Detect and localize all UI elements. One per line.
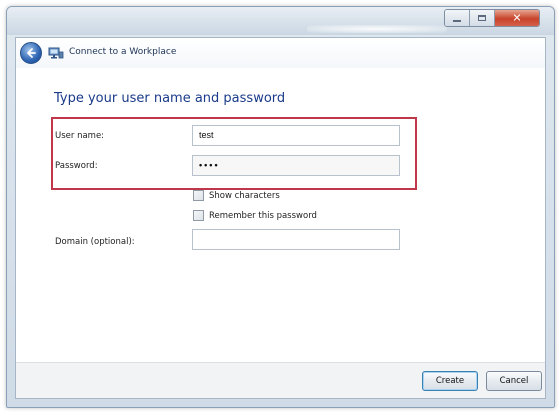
show-characters-label: Show characters xyxy=(209,190,280,201)
workplace-network-icon xyxy=(48,47,64,59)
username-field[interactable]: test xyxy=(192,125,400,146)
title-glow xyxy=(307,25,447,33)
close-icon: ✕ xyxy=(512,11,522,25)
remember-password-row[interactable]: Remember this password xyxy=(193,210,317,221)
maximize-icon xyxy=(478,15,486,21)
show-characters-row[interactable]: Show characters xyxy=(193,190,280,201)
domain-label: Domain (optional): xyxy=(55,237,135,247)
remember-password-label: Remember this password xyxy=(209,210,317,221)
close-button[interactable]: ✕ xyxy=(495,10,539,26)
window-title: Connect to a Workplace xyxy=(69,47,177,57)
nav-bar: Connect to a Workplace xyxy=(16,38,545,68)
username-label: User name: xyxy=(55,131,105,141)
minimize-icon xyxy=(453,20,461,22)
dialog-window: ✕ Connect to a Workplace Type your user … xyxy=(6,6,555,408)
back-button[interactable] xyxy=(20,42,42,64)
password-label: Password: xyxy=(55,161,98,171)
create-button[interactable]: Create xyxy=(422,371,478,391)
maximize-button[interactable] xyxy=(470,10,495,26)
page-heading: Type your user name and password xyxy=(54,91,286,106)
caption-buttons: ✕ xyxy=(444,9,540,27)
title-bar[interactable]: ✕ xyxy=(7,7,554,35)
back-arrow-icon xyxy=(27,48,36,58)
client-area: Connect to a Workplace Type your user na… xyxy=(15,37,546,399)
cancel-button[interactable]: Cancel xyxy=(486,371,542,391)
remember-password-checkbox[interactable] xyxy=(193,210,204,221)
domain-field[interactable] xyxy=(192,229,400,250)
dialog-footer: Create Cancel xyxy=(16,362,545,398)
show-characters-checkbox[interactable] xyxy=(193,190,204,201)
password-field[interactable]: •••• xyxy=(192,155,400,176)
minimize-button[interactable] xyxy=(445,10,470,26)
